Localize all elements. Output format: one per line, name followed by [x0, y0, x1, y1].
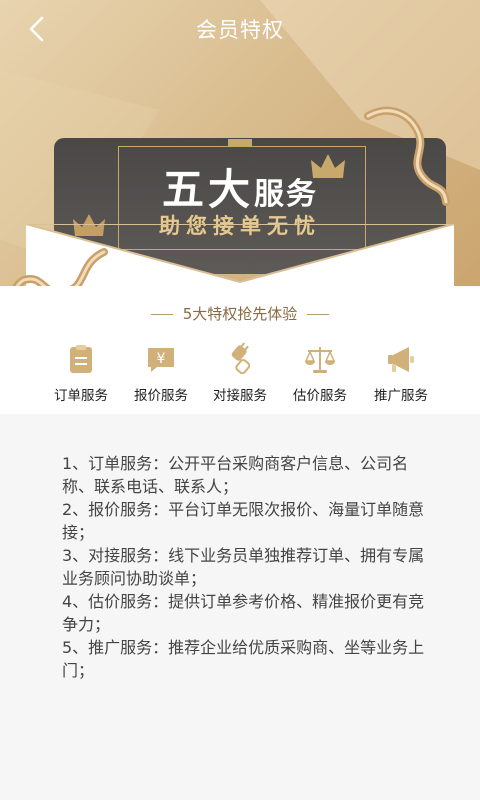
crown-icon	[311, 154, 345, 178]
hero-card-tab	[228, 139, 252, 147]
service-label: 推广服务	[374, 388, 428, 404]
tagline-divider	[150, 314, 173, 315]
service-quote[interactable]: ¥ 报价服务	[121, 342, 201, 404]
service-label: 报价服务	[134, 388, 188, 404]
services-row: 订单服务 ¥ 报价服务 对接服务 估价服务 推广服务	[0, 342, 480, 408]
description-line: 5、推广服务：推荐企业给优质采购商、坐等业务上门；	[62, 638, 425, 680]
service-label: 估价服务	[293, 388, 347, 404]
privileges-tagline: 5大特权抢先体验	[0, 303, 480, 324]
tagline-divider	[307, 314, 330, 315]
hero-headline-big: 五大	[161, 165, 254, 214]
megaphone-icon	[388, 347, 414, 372]
member-privileges-page: 五大服务 助您接单无忧 会员特权 5大特权抢先体验 订单服务 ¥ 报价服务 对接…	[0, 0, 480, 800]
svg-text:¥: ¥	[157, 351, 166, 367]
page-title: 会员特权	[196, 18, 284, 42]
privileges-description: 1、订单服务：公开平台采购商客户信息、公司名称、联系电话、联系人； 2、报价服务…	[62, 452, 432, 682]
service-order[interactable]: 订单服务	[41, 342, 121, 404]
description-line: 3、对接服务：线下业务员单独推荐订单、拥有专属业务顾问协助谈单；	[62, 546, 425, 588]
ribbon-decoration	[364, 106, 450, 206]
description-line: 1、订单服务：公开平台采购商客户信息、公司名称、联系电话、联系人；	[62, 454, 409, 496]
quote-icon: ¥	[148, 348, 174, 372]
scale-icon	[304, 347, 336, 373]
description-line: 4、估价服务：提供订单参考价格、精准报价更有竞争力；	[62, 592, 425, 634]
description-line: 2、报价服务：平台订单无限次报价、海量订单随意接；	[62, 500, 425, 542]
connect-icon	[231, 342, 251, 375]
service-valuation[interactable]: 估价服务	[280, 342, 360, 404]
tagline-text: 5大特权抢先体验	[182, 305, 298, 323]
hero-headline-small: 服务	[254, 177, 318, 212]
order-icon	[70, 345, 92, 373]
service-promotion[interactable]: 推广服务	[361, 342, 441, 404]
top-bar: 会员特权	[0, 0, 480, 56]
service-label: 订单服务	[54, 388, 108, 404]
service-label: 对接服务	[213, 388, 267, 404]
service-connect[interactable]: 对接服务	[200, 342, 280, 404]
